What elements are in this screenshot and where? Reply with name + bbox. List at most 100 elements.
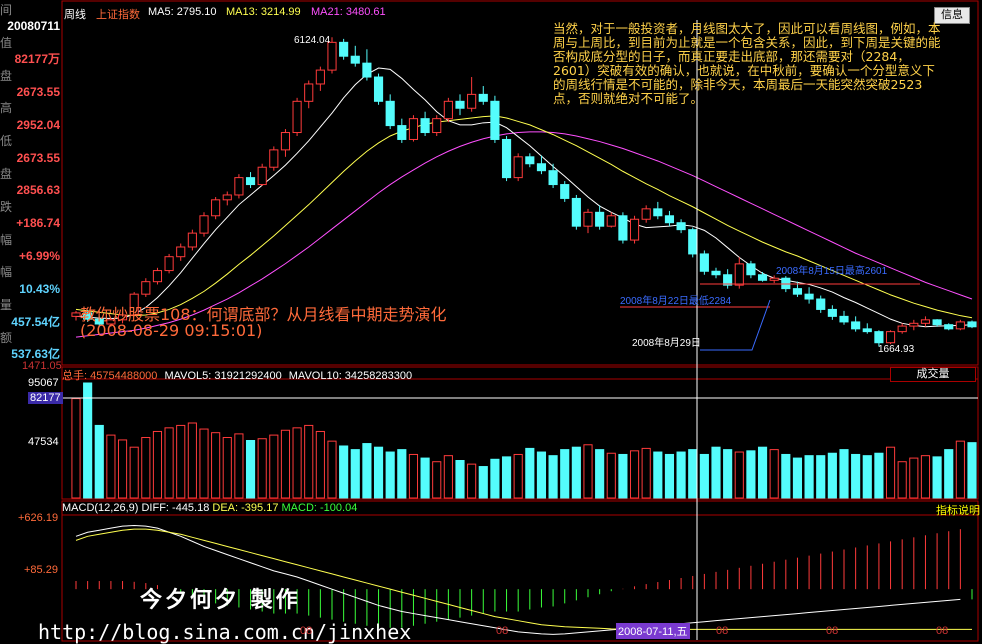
macd-dea-line: [75, 528, 973, 630]
volume-bar: [618, 453, 628, 499]
indicator-select[interactable]: 成交量: [890, 367, 976, 382]
volume-bar: [141, 437, 151, 499]
candle-body: [373, 76, 384, 102]
volume-bar: [117, 439, 128, 499]
volume-bar: [909, 457, 919, 499]
volume-bar: [734, 451, 744, 499]
blog-time: (2008-08-29 09:15:01): [80, 321, 263, 340]
candle-body: [560, 184, 570, 199]
volume-bar: [443, 455, 453, 499]
candle-body: [944, 324, 954, 330]
index-name: 上证指数: [96, 9, 140, 21]
volume-bar: [83, 382, 93, 499]
candle-body: [618, 215, 628, 241]
candle-body: [187, 232, 197, 248]
volume-bar: [571, 446, 581, 499]
candle-body: [548, 170, 558, 186]
macd-y-top: +626.19: [18, 512, 59, 524]
candle-body: [641, 208, 651, 220]
candle-body: [967, 321, 977, 328]
candle-body: [141, 281, 151, 295]
candle-body: [629, 218, 640, 241]
candle-body: [595, 211, 605, 227]
volume-bar: [327, 440, 337, 499]
volume-bar: [71, 398, 81, 499]
macd-y-mid: +85.29: [24, 564, 58, 576]
candle-body: [222, 194, 232, 201]
volume-bar: [152, 430, 163, 499]
volume-bar: [373, 446, 384, 499]
candle-body: [467, 93, 477, 109]
ma13-line: [75, 115, 973, 319]
volume-bar: [467, 463, 477, 499]
volume-bar: [827, 452, 837, 499]
volume-bar: [769, 449, 779, 499]
candle-body: [920, 319, 931, 324]
volume-bar: [513, 453, 523, 499]
volume-bar: [816, 455, 826, 499]
candle-body: [455, 100, 465, 109]
candle-body: [257, 166, 267, 186]
volume-bar: [583, 444, 593, 499]
candle-body: [315, 69, 325, 85]
volume-bar: [792, 457, 803, 499]
volume-bar: [304, 424, 314, 499]
volume-bar: [699, 453, 709, 499]
annotation-aug15: 2008年8月15日最高2601: [776, 266, 888, 277]
volume-bar: [548, 455, 558, 499]
macd-label: MACD(12,26,9): [62, 502, 139, 514]
indicator-help-button[interactable]: 指标说明: [936, 502, 980, 518]
volume-bar: [851, 453, 861, 499]
volume-bar: [781, 453, 791, 499]
candle-body: [897, 325, 907, 333]
author-watermark: 今夕何夕 製作: [140, 587, 301, 613]
volume-bar: [257, 438, 267, 499]
volume-bar: [676, 451, 686, 499]
x-tick-label: 08: [300, 625, 313, 637]
candle-body: [816, 298, 826, 310]
volume-bar: [211, 432, 221, 499]
macd-diff: DIFF: -445.18: [141, 502, 210, 514]
vol-y-highlight: 82177: [28, 392, 63, 404]
candle-body: [653, 208, 663, 217]
macd-dea: DEA: -395.17: [212, 502, 279, 514]
vol-total-value: 45754488000: [90, 370, 158, 382]
candle-body: [804, 293, 814, 300]
candle-body: [571, 197, 581, 227]
volume-bar: [362, 443, 372, 499]
volume-bar: [164, 427, 174, 499]
low-label: 1664.93: [878, 344, 915, 355]
volume-bar: [199, 428, 209, 499]
volume-bar: [234, 433, 244, 499]
volume-bar: [176, 424, 186, 499]
candle-body: [606, 215, 616, 227]
peak-label: 6124.04: [294, 35, 331, 46]
candle-body: [827, 308, 837, 317]
candle-body: [211, 199, 221, 217]
volume-bar: [408, 453, 419, 499]
volume-bar: [885, 446, 896, 499]
candle-body: [408, 118, 419, 140]
volume-bar: [664, 453, 675, 499]
volume-bar: [315, 430, 325, 499]
candle-body: [327, 41, 337, 71]
volume-bar: [536, 451, 547, 499]
candle-body: [269, 149, 279, 168]
volume-bar: [839, 449, 849, 499]
candle-body: [164, 256, 174, 272]
volume-bar: [874, 452, 884, 499]
volume-bar: [897, 461, 907, 499]
candle-body: [792, 288, 803, 295]
volume-bar: [269, 434, 279, 499]
volume-bar: [525, 447, 535, 499]
volume-bar: [606, 452, 616, 499]
volume-bar: [478, 466, 488, 499]
volume-bar: [222, 437, 232, 499]
ma21-label: MA21: 3480.61: [311, 6, 386, 18]
candle-body: [676, 222, 686, 231]
candle-body: [350, 55, 360, 64]
candle-body: [362, 62, 372, 78]
volume-bar: [560, 449, 570, 499]
candle-body: [536, 163, 547, 172]
candle-body: [525, 156, 535, 165]
